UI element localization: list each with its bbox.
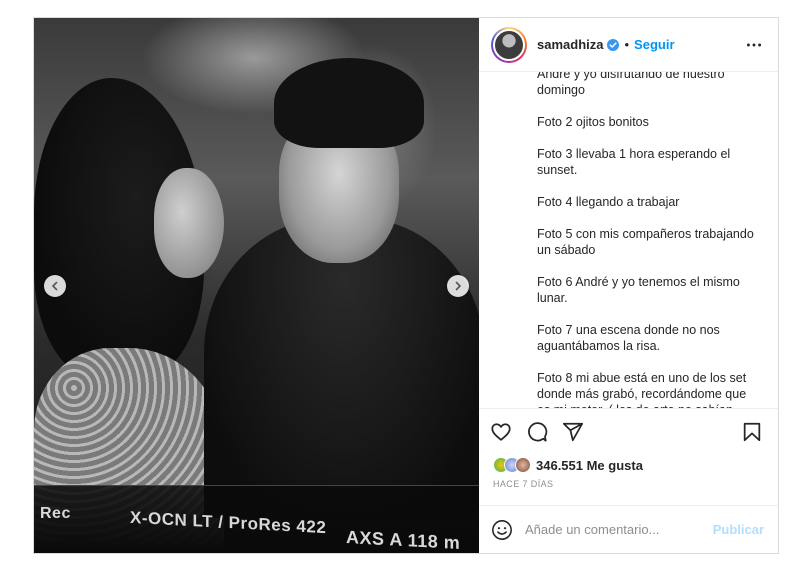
caption-text: André y yo disfrutando de nuestro doming… (537, 72, 758, 408)
separator-dot: • (624, 37, 630, 52)
caption-line: Foto 3 llevaba 1 hora esperando el sunse… (537, 147, 734, 177)
photo-woman-face (154, 168, 224, 278)
photo-man-body (204, 218, 479, 518)
comment-input[interactable] (525, 522, 713, 537)
caption-line: Foto 4 llegando a trabajar (537, 195, 680, 209)
avatar-image (493, 28, 525, 61)
liker-avatar (515, 457, 531, 473)
like-button[interactable] (489, 420, 513, 444)
more-options-button[interactable] (744, 35, 764, 55)
caption-line: Foto 2 ojitos bonitos (537, 115, 649, 129)
avatar[interactable] (491, 26, 527, 63)
paper-plane-icon (562, 422, 584, 441)
comment-bar: Publicar (479, 505, 778, 553)
post-timestamp[interactable]: HACE 7 DÍAS (479, 476, 778, 492)
save-button[interactable] (740, 420, 764, 444)
share-button[interactable] (561, 420, 585, 444)
more-dots-icon (746, 43, 762, 46)
post-header: samadhiza • Seguir (479, 18, 778, 72)
post-card: Rec X-OCN LT / ProRes 422 AXS A 118 m sa… (33, 17, 779, 554)
post-photo[interactable]: Rec X-OCN LT / ProRes 422 AXS A 118 m (34, 18, 479, 553)
caption-scroll-area[interactable]: André y yo disfrutando de nuestro doming… (479, 72, 778, 408)
likes-row[interactable]: 346.551 Me gusta (479, 454, 778, 476)
previous-photo-button[interactable] (44, 275, 66, 297)
publish-button[interactable]: Publicar (713, 522, 764, 537)
chevron-left-icon (51, 281, 58, 291)
action-bar (479, 408, 778, 454)
post-sidebar: samadhiza • Seguir André y yo disfrutand… (479, 18, 778, 553)
caption-line: Foto 5 con mis compañeros trabajando un … (537, 227, 758, 257)
bookmark-icon (743, 422, 761, 441)
comment-bubble-icon (528, 421, 548, 442)
caption-line: Foto 6 André y yo tenemos el mismo lunar… (537, 275, 744, 305)
follow-button[interactable]: Seguir (634, 37, 674, 52)
emoji-icon[interactable] (491, 519, 513, 541)
heart-icon (491, 422, 511, 441)
chevron-right-icon (455, 281, 462, 291)
overlay-rec-text: Rec (40, 505, 71, 522)
comment-button[interactable] (525, 420, 549, 444)
caption-line: Foto 7 una escena donde no nos aguantába… (537, 323, 724, 353)
caption-line: André y yo disfrutando de nuestro doming… (537, 72, 729, 97)
like-count[interactable]: 346.551 Me gusta (536, 458, 643, 473)
caption-line: Foto 8 mi abue está en uno de los set do… (537, 371, 747, 408)
liker-avatars (493, 457, 531, 473)
next-photo-button[interactable] (447, 275, 469, 297)
username-link[interactable]: samadhiza (537, 37, 603, 52)
verified-badge-icon (607, 38, 620, 51)
photo-man-hair (274, 58, 424, 148)
